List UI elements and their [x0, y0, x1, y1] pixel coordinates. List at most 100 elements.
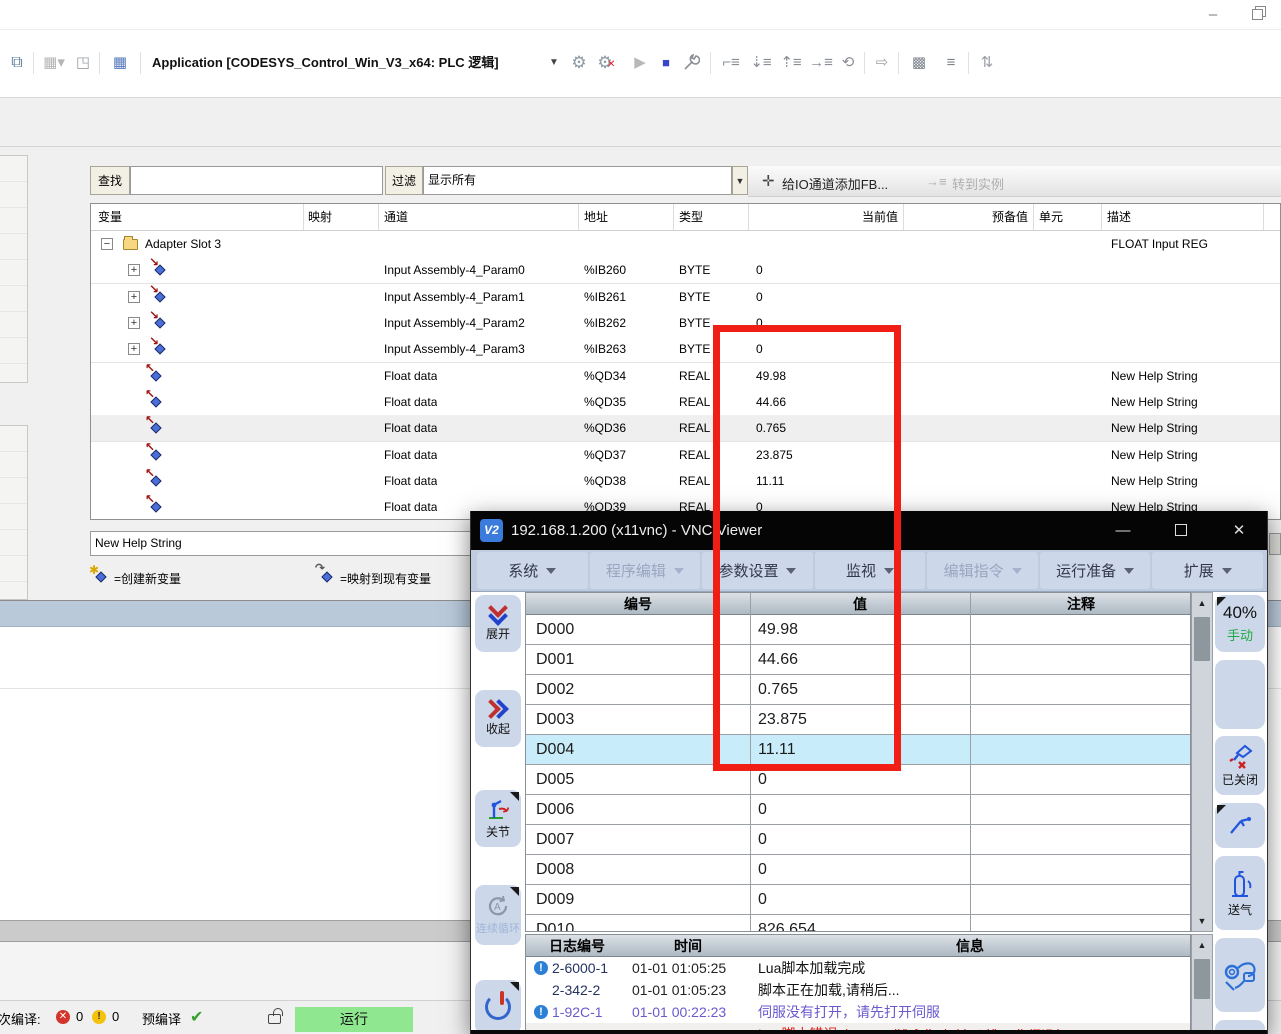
scroll-down-icon[interactable]: ▼: [1192, 911, 1212, 931]
expand-icon[interactable]: +: [128, 264, 140, 276]
col-log-time[interactable]: 时间: [628, 935, 748, 957]
col-comment[interactable]: 注释: [970, 593, 1191, 615]
scrollbar-thumb[interactable]: [1194, 617, 1210, 661]
register-table-scrollbar[interactable]: ▲ ▼: [1191, 592, 1213, 932]
expand-icon[interactable]: +: [128, 317, 140, 329]
refresh-icon[interactable]: ⇅: [976, 50, 998, 76]
library-icon[interactable]: ⧉: [6, 50, 28, 76]
filter-combo-caret-icon[interactable]: ▼: [732, 166, 748, 195]
vnc-minimize-icon[interactable]: —: [1101, 511, 1145, 550]
row-description: FLOAT Input REG: [1111, 231, 1208, 257]
step-out-icon[interactable]: ⇡≡: [778, 50, 804, 76]
row-channel: Float data: [384, 468, 437, 494]
build-icon[interactable]: ▦: [108, 50, 132, 76]
menu-extension[interactable]: 扩展: [1152, 552, 1263, 589]
output-channel-icon: ↖: [147, 446, 165, 464]
col-log-message[interactable]: 信息: [748, 935, 1191, 957]
find-button[interactable]: 查找: [90, 166, 130, 195]
watch-list-icon[interactable]: ≡: [940, 50, 962, 76]
filter-button[interactable]: 过滤: [385, 166, 423, 195]
goto-instance-button[interactable]: 转到实例: [952, 174, 1004, 193]
table-row[interactable]: ↖ Float data %QD38 REAL 11.11 New Help S…: [91, 468, 1281, 495]
wrench-icon[interactable]: [682, 50, 702, 76]
scrollbar-thumb[interactable]: [1194, 959, 1210, 999]
continuous-loop-button[interactable]: A 连续循环: [475, 885, 521, 945]
log-row[interactable]: ! 2-6000-1 01-01 01:05:25 Lua脚本加载完成: [526, 957, 1191, 979]
add-fb-button[interactable]: 给IO通道添加FB...: [782, 174, 888, 193]
login-gear-icon[interactable]: ⚙: [568, 50, 590, 76]
chevron-down-icon: [1222, 568, 1232, 574]
menu-system[interactable]: 系统: [477, 552, 588, 589]
col-prepared-value[interactable]: 预备值: [903, 204, 1028, 231]
table-row[interactable]: ↖ Float data %QD34 REAL 49.98 New Help S…: [91, 363, 1281, 390]
collapse-expander-icon[interactable]: −: [101, 238, 113, 250]
left-pane-bottom: [0, 425, 28, 600]
run-to-cursor-icon[interactable]: →≡: [808, 50, 834, 76]
step-over-icon[interactable]: ⇣≡: [748, 50, 774, 76]
chevron-down-icon: [546, 568, 556, 574]
table-row[interactable]: ↖ Float data %QD35 REAL 44.66 New Help S…: [91, 389, 1281, 416]
table-row[interactable]: ↖ Float data %QD37 REAL 23.875 New Help …: [91, 442, 1281, 469]
col-unit[interactable]: 单元: [1039, 204, 1063, 231]
log-row[interactable]: ▲! 1-92C-1 01-01 00:22:23 伺服没有打开，请先打开伺服: [526, 1001, 1191, 1023]
register-row[interactable]: D010826.654: [526, 915, 1191, 932]
step-into-icon[interactable]: ⌐≡: [718, 50, 744, 76]
speed-mode-button[interactable]: 40% 手动: [1215, 595, 1265, 652]
new-object-icon[interactable]: ◳: [73, 50, 93, 76]
col-type[interactable]: 类型: [679, 204, 703, 231]
table-row[interactable]: + ↘ Input Assembly-4_Param0 %IB260 BYTE …: [91, 257, 1281, 284]
expand-button[interactable]: 展开: [475, 595, 521, 652]
register-row[interactable]: D0070: [526, 825, 1191, 855]
register-row[interactable]: D0090: [526, 885, 1191, 915]
menu-run-prepare[interactable]: 运行准备: [1040, 552, 1151, 589]
log-row[interactable]: ! 2-342-2 01-01 01:05:23 脚本正在加载,请稍后...: [526, 979, 1191, 1001]
app-selector-caret-icon[interactable]: ▼: [548, 50, 560, 76]
main-toolbar: ⧉ ▦▾ ◳ ▦ Application [CODESYS_Control_Wi…: [0, 30, 1281, 98]
table-row[interactable]: + ↘ Input Assembly-4_Param3 %IB263 BYTE …: [91, 336, 1281, 363]
register-row[interactable]: D0060: [526, 795, 1191, 825]
register-row[interactable]: D0080: [526, 855, 1191, 885]
minimize-icon[interactable]: –: [1198, 0, 1228, 30]
display-mode-icon[interactable]: ▩: [906, 50, 932, 76]
table-row[interactable]: − Adapter Slot 3 FLOAT Input REG: [91, 231, 1281, 258]
menu-edit-instruction[interactable]: 编辑指令: [927, 552, 1038, 589]
expand-icon[interactable]: +: [128, 343, 140, 355]
collapse-button[interactable]: 收起: [475, 690, 521, 747]
logout-gear-icon[interactable]: ⚙✕: [594, 50, 616, 76]
gas-supply-button[interactable]: 送气: [1215, 856, 1265, 930]
active-application-selector[interactable]: Application [CODESYS_Control_Win_V3_x64:…: [152, 50, 499, 76]
table-row[interactable]: + ↘ Input Assembly-4_Param1 %IB261 BYTE …: [91, 284, 1281, 311]
start-icon[interactable]: ▶: [632, 50, 648, 76]
torch-button[interactable]: [1215, 803, 1265, 848]
col-channel[interactable]: 通道: [384, 204, 408, 231]
servo-power-button[interactable]: [475, 980, 521, 1034]
col-variable[interactable]: 变量: [98, 204, 122, 231]
next-statement-icon[interactable]: ⇨: [872, 50, 892, 76]
col-address[interactable]: 地址: [584, 204, 608, 231]
expand-icon[interactable]: +: [128, 291, 140, 303]
vnc-close-icon[interactable]: ✕: [1217, 511, 1261, 550]
menu-program-edit[interactable]: 程序编辑: [590, 552, 701, 589]
find-input[interactable]: [130, 166, 383, 195]
blank-button[interactable]: [1215, 660, 1265, 729]
scroll-up-icon[interactable]: ▲: [1192, 593, 1212, 613]
joint-coordinate-button[interactable]: 关节: [475, 790, 521, 847]
lock-icon[interactable]: [268, 1014, 281, 1024]
filter-combo[interactable]: 显示所有: [423, 166, 732, 195]
col-description[interactable]: 描述: [1107, 204, 1131, 231]
loop-icon: A: [485, 894, 511, 918]
table-row[interactable]: + ↘ Input Assembly-4_Param2 %IB262 BYTE …: [91, 310, 1281, 337]
reset-icon[interactable]: ⟲: [838, 50, 858, 76]
grid-dropdown-icon[interactable]: ▦▾: [40, 50, 68, 76]
col-current-value[interactable]: 当前值: [748, 204, 898, 231]
col-mapping[interactable]: 映射: [308, 204, 332, 231]
teach-pendant-button[interactable]: [1215, 938, 1265, 1012]
col-log-id[interactable]: 日志编号: [526, 935, 628, 957]
torch-off-button[interactable]: 已关闭: [1215, 736, 1265, 795]
log-scrollbar[interactable]: ▲: [1191, 934, 1213, 1034]
vnc-maximize-icon[interactable]: [1159, 511, 1203, 550]
scroll-up-icon[interactable]: ▲: [1192, 935, 1212, 955]
table-row[interactable]: ↖ Float data %QD36 REAL 0.765 New Help S…: [91, 415, 1281, 442]
stop-icon[interactable]: ■: [658, 50, 674, 76]
last-build-label: 上一次编译:: [0, 1009, 41, 1028]
